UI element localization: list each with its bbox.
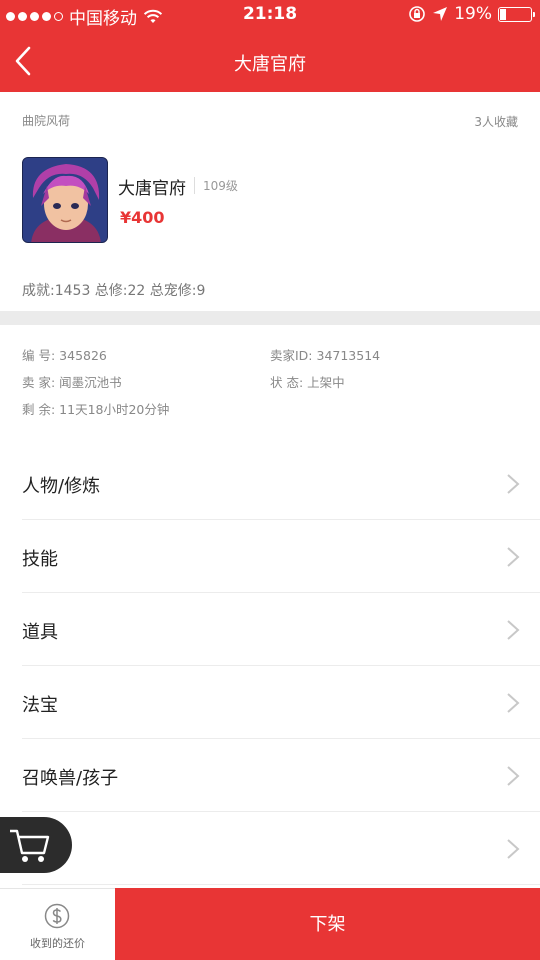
listing-status: 状 态: 上架中 <box>270 375 345 390</box>
seller-id: 卖家ID: 34713514 <box>270 348 381 363</box>
location-arrow-icon <box>433 7 448 21</box>
shopping-cart-icon <box>10 829 50 862</box>
chevron-right-icon <box>507 693 520 713</box>
chevron-right-icon <box>507 839 520 859</box>
page-title: 大唐官府 <box>234 54 306 75</box>
detail-menu: 人物/修炼 技能 道具 法宝 召唤兽/孩子 坐骑 <box>0 447 540 885</box>
menu-item-label: 法宝 <box>22 695 58 716</box>
menu-item-label: 人物/修炼 <box>22 476 101 497</box>
menu-item-mounts[interactable]: 坐骑 <box>22 812 540 885</box>
section-divider <box>0 311 540 325</box>
server-name: 曲院风荷 <box>22 114 71 128</box>
seller-name: 卖 家: 闻墨沉池书 <box>22 375 122 390</box>
menu-item-character[interactable]: 人物/修炼 <box>22 447 540 520</box>
role-level: 109级 <box>194 177 238 194</box>
status-right: 19% <box>408 4 535 24</box>
character-avatar <box>22 157 108 243</box>
status-bar: 中国移动 21:18 19% <box>0 0 540 30</box>
menu-item-pets[interactable]: 召唤兽/孩子 <box>22 739 540 812</box>
serial-number: 编 号: 345826 <box>22 348 107 363</box>
chevron-right-icon <box>507 620 520 640</box>
floating-cart-button[interactable] <box>0 817 72 873</box>
delist-button[interactable]: 下架 <box>115 888 540 960</box>
role-name: 大唐官府 <box>118 179 186 199</box>
favorites-count[interactable]: 3人收藏 <box>474 113 518 130</box>
menu-item-label: 道具 <box>22 622 58 643</box>
role-stats: 成就:1453 总修:22 总宠修:9 <box>22 283 206 299</box>
menu-item-treasures[interactable]: 法宝 <box>22 666 540 739</box>
battery-icon <box>498 6 535 22</box>
dollar-coin-icon <box>44 903 70 929</box>
bottom-action-bar: 收到的还价 下架 <box>0 888 540 960</box>
rotation-lock-icon <box>409 6 426 22</box>
role-summary: 曲院风荷 3人收藏 大唐官府 109级 ¥400 成就:1453 总修:22 总… <box>0 92 540 311</box>
listing-info: 编 号: 345826 卖家ID: 34713514 卖 家: 闻墨沉池书 状 … <box>0 325 540 435</box>
chevron-right-icon <box>507 547 520 567</box>
chevron-right-icon <box>507 766 520 786</box>
battery-percent: 19% <box>454 4 492 24</box>
menu-item-skills[interactable]: 技能 <box>22 520 540 593</box>
price: ¥400 <box>120 208 165 227</box>
menu-item-label: 技能 <box>22 549 58 570</box>
received-offers-button[interactable]: 收到的还价 <box>0 889 115 960</box>
menu-item-label: 召唤兽/孩子 <box>22 768 119 789</box>
received-offers-label: 收到的还价 <box>30 937 85 950</box>
chevron-right-icon <box>507 474 520 494</box>
nav-bar: 大唐官府 <box>0 30 540 92</box>
time-remaining: 剩 余: 11天18小时20分钟 <box>22 402 170 417</box>
menu-item-items[interactable]: 道具 <box>22 593 540 666</box>
